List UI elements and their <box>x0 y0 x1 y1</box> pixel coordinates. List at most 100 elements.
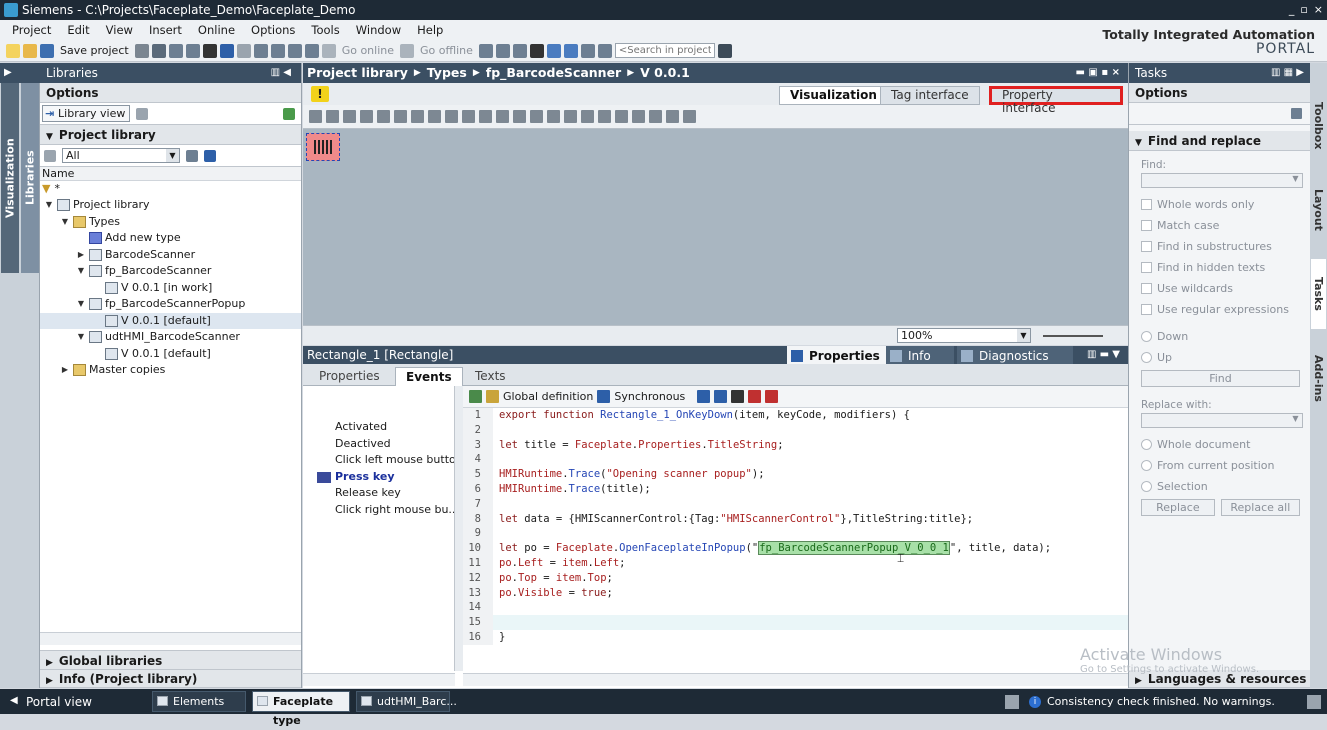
toolbox-vertical-tab[interactable]: Toolbox <box>1311 91 1326 161</box>
event-press-key[interactable]: Press key <box>303 469 454 486</box>
layer-backmost-icon[interactable] <box>649 110 662 123</box>
expanded-arrow-icon[interactable]: ▼ <box>76 296 86 313</box>
inspector-tab-diagnostics[interactable]: Diagnostics <box>957 346 1073 366</box>
expanded-arrow-icon[interactable]: ▼ <box>76 329 86 346</box>
print-icon[interactable] <box>134 43 149 58</box>
menu-options[interactable]: Options <box>243 23 303 37</box>
sort-desc-icon[interactable] <box>683 110 696 123</box>
subtab-properties[interactable]: Properties <box>309 367 390 386</box>
delete-icon[interactable] <box>202 43 217 58</box>
code-line[interactable]: 5 HMIRuntime.Trace("Opening scanner popup… <box>463 467 1128 482</box>
task-option-icon[interactable] <box>1291 108 1302 119</box>
taskbar-elements[interactable]: Elements <box>152 691 246 712</box>
menu-insert[interactable]: Insert <box>141 23 190 37</box>
code-line[interactable]: 6 HMIRuntime.Trace(title); <box>463 481 1128 497</box>
library-tree-item[interactable]: V 0.0.1 [default] <box>40 346 301 363</box>
breadcrumb-types[interactable]: Types <box>427 63 467 83</box>
code-line[interactable]: 3 let title = Faceplate.Properties.TitleS… <box>463 437 1128 453</box>
code-line[interactable]: 11 po.Left = item.Left; <box>463 555 1128 571</box>
library-tree-item[interactable]: ▶ BarcodeScanner <box>40 247 301 264</box>
start-cpu-icon[interactable] <box>495 43 510 58</box>
inspector-controls-icon[interactable]: ▥ ▬ ▼ <box>1087 346 1120 364</box>
split-vertical-icon[interactable] <box>563 43 578 58</box>
zoom-select[interactable]: 100% ▼ <box>897 328 1031 343</box>
cross-reference-icon[interactable] <box>529 43 544 58</box>
code-line[interactable]: 1 export function Rectangle_1_OnKeyDown(i… <box>463 408 1128 423</box>
global-definition-button[interactable]: Global definition <box>503 390 593 403</box>
radio-current-position[interactable]: From current position <box>1129 455 1310 476</box>
replace-all-button[interactable]: Replace all <box>1220 499 1300 516</box>
library-tree-item[interactable]: ▼ Types <box>40 214 301 231</box>
redo-icon[interactable] <box>236 43 251 58</box>
event-activated[interactable]: Activated <box>303 419 454 436</box>
download-icon[interactable] <box>270 43 285 58</box>
code-line[interactable]: 12 po.Top = item.Top; <box>463 570 1128 586</box>
compile-icon[interactable] <box>253 43 268 58</box>
code-line[interactable]: 2 <box>463 422 1128 438</box>
events-horizontal-scrollbar[interactable] <box>303 673 455 686</box>
global-definition-icon[interactable] <box>486 390 499 403</box>
breadcrumb-project-library[interactable]: Project library <box>307 63 408 83</box>
code-line[interactable]: 7 <box>463 496 1128 512</box>
event-click-right[interactable]: Click right mouse bu... <box>303 502 454 519</box>
check-wildcards[interactable]: Use wildcards <box>1129 278 1310 299</box>
find-input[interactable]: ▼ <box>1141 173 1303 188</box>
layout-vertical-tab[interactable]: Layout <box>1311 175 1326 245</box>
align-right-icon[interactable] <box>411 110 424 123</box>
tasks-controls-icon[interactable]: ▥ ▦ ▶ <box>1271 63 1304 83</box>
stop-cpu-icon[interactable] <box>512 43 527 58</box>
expanded-arrow-icon[interactable]: ▼ <box>60 214 70 231</box>
menu-view[interactable]: View <box>98 23 141 37</box>
layer-front-icon[interactable] <box>598 110 611 123</box>
panel-controls-icon[interactable]: ▥ ◀ <box>271 63 291 83</box>
same-size-icon[interactable] <box>564 110 577 123</box>
align-top-icon[interactable] <box>428 110 441 123</box>
menu-help[interactable]: Help <box>409 23 451 37</box>
convert-icon[interactable] <box>714 390 728 403</box>
code-line[interactable]: 9 <box>463 526 1128 542</box>
find-replace-section[interactable]: ▼ Find and replace <box>1129 131 1310 151</box>
go-offline-button[interactable]: Go offline <box>417 44 476 57</box>
rectangle-1-barcode-element[interactable] <box>306 133 340 161</box>
layer-forward-icon[interactable] <box>615 110 628 123</box>
breadcrumb-fp-barcodescanner[interactable]: fp_BarcodeScanner <box>486 63 621 83</box>
menu-online[interactable]: Online <box>190 23 243 37</box>
check-whole-words[interactable]: Whole words only <box>1129 194 1310 215</box>
warning-icon[interactable]: ! <box>311 86 329 102</box>
layer-back-icon[interactable] <box>632 110 645 123</box>
library-tree-item[interactable]: V 0.0.1 [in work] <box>40 280 301 297</box>
upload-icon[interactable] <box>287 43 302 58</box>
align-bottom-icon[interactable] <box>462 110 475 123</box>
menu-project[interactable]: Project <box>4 23 59 37</box>
event-click-left[interactable]: Click left mouse button <box>303 452 454 469</box>
harmonize-icon[interactable] <box>204 149 216 162</box>
save-icon[interactable] <box>40 43 54 58</box>
menu-edit[interactable]: Edit <box>59 23 97 37</box>
zoom-slider[interactable] <box>1043 335 1103 337</box>
undo-script-icon[interactable] <box>748 390 762 403</box>
project-library-section[interactable]: ▼ Project library <box>40 125 301 145</box>
code-line[interactable]: 13 po.Visible = true; <box>463 585 1128 601</box>
minimize-button[interactable]: _ <box>1289 0 1295 20</box>
new-project-icon[interactable] <box>6 43 20 58</box>
simulation-icon[interactable] <box>304 43 319 58</box>
search-project-input[interactable] <box>614 43 715 58</box>
breadcrumb-version[interactable]: V 0.0.1 <box>640 63 690 83</box>
same-height-icon[interactable] <box>547 110 560 123</box>
save-project-button[interactable]: Save project <box>57 44 132 57</box>
undo-icon[interactable] <box>219 43 234 58</box>
library-tree-item[interactable]: ▼ fp_BarcodeScannerPopup <box>40 296 301 313</box>
copy-icon[interactable] <box>168 43 183 58</box>
redo-script-icon[interactable] <box>765 390 779 403</box>
subtab-texts[interactable]: Texts <box>465 367 516 386</box>
radio-down[interactable]: Down <box>1129 326 1310 347</box>
status-details-icon[interactable] <box>1307 694 1321 709</box>
align-center-icon[interactable] <box>394 110 407 123</box>
subtab-events[interactable]: Events <box>395 367 463 386</box>
distribute-h-icon[interactable] <box>496 110 509 123</box>
search-binoculars-icon[interactable] <box>717 43 732 58</box>
replace-button[interactable]: Replace <box>1141 499 1215 516</box>
open-project-icon[interactable] <box>23 43 37 58</box>
library-tree-item[interactable]: Add new type <box>40 230 301 247</box>
splitter[interactable] <box>455 386 463 671</box>
